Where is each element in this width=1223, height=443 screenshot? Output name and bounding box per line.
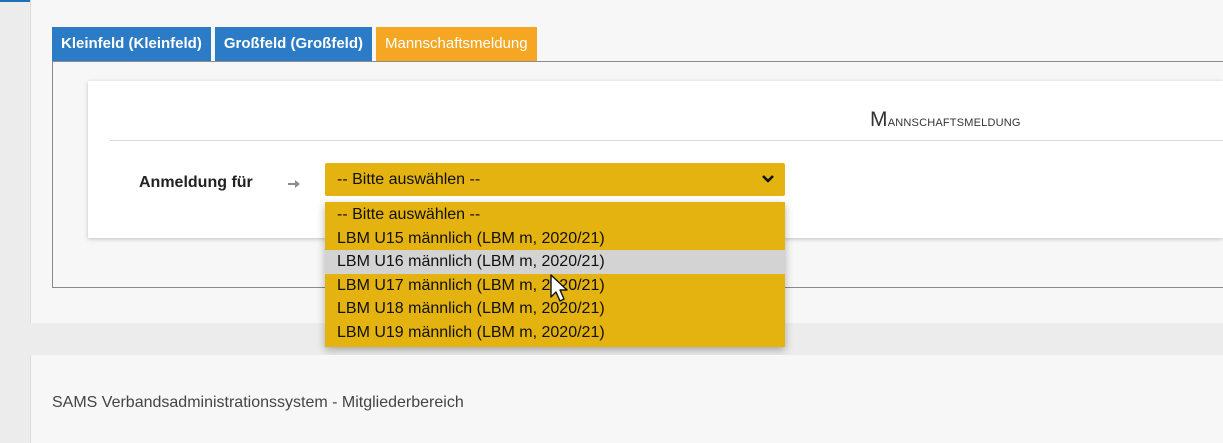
chevron-down-icon bbox=[762, 175, 774, 183]
option-placeholder[interactable]: -- Bitte auswählen -- bbox=[325, 203, 785, 227]
team-select[interactable]: -- Bitte auswählen -- bbox=[325, 163, 785, 196]
tab-grossfeld[interactable]: Großfeld (Großfeld) bbox=[214, 27, 372, 61]
field-label: Anmeldung für bbox=[139, 174, 253, 191]
select-value: -- Bitte auswählen -- bbox=[337, 171, 481, 188]
option-u16[interactable]: LBM U16 männlich (LBM m, 2020/21) bbox=[325, 250, 785, 274]
option-u19[interactable]: LBM U19 männlich (LBM m, 2020/21) bbox=[325, 321, 785, 345]
divider bbox=[110, 140, 1223, 141]
option-u15[interactable]: LBM U15 männlich (LBM m, 2020/21) bbox=[325, 227, 785, 251]
tab-mannschaftsmeldung[interactable]: Mannschaftsmeldung bbox=[376, 27, 537, 61]
arrow-right-icon bbox=[288, 180, 300, 188]
mouse-cursor-icon bbox=[550, 274, 568, 302]
footer-text: SAMS Verbandsadministrationssystem - Mit… bbox=[52, 394, 464, 411]
tab-bar: Kleinfeld (Kleinfeld) Großfeld (Großfeld… bbox=[52, 27, 537, 61]
tab-kleinfeld[interactable]: Kleinfeld (Kleinfeld) bbox=[52, 27, 211, 61]
section-title: Mannschaftsmeldung bbox=[870, 108, 1021, 131]
